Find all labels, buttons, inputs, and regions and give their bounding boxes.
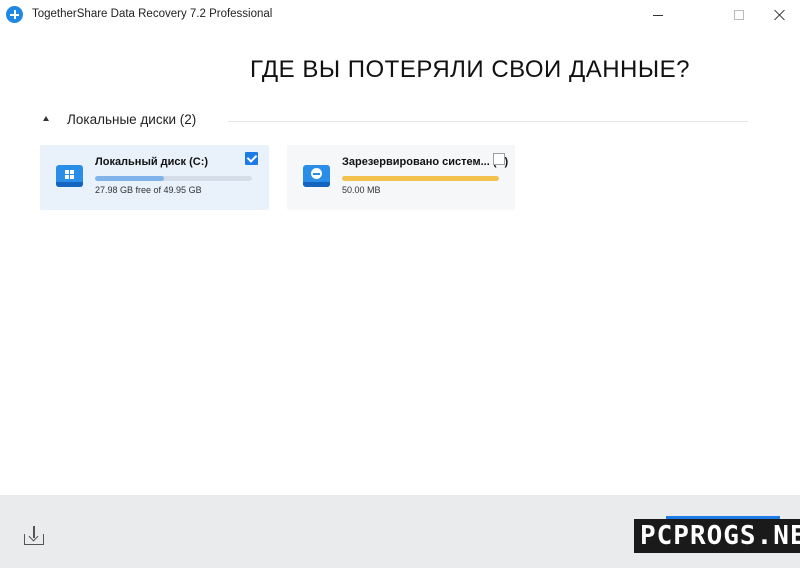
- watermark-text: PCPROGS.NET: [634, 519, 800, 553]
- disk-card-c[interactable]: Локальный диск (C:) 27.98 GB free of 49.…: [40, 145, 269, 210]
- disk-usage-fill: [95, 176, 165, 181]
- section-title-local-disks[interactable]: Локальные диски (2): [67, 112, 196, 127]
- minimize-button[interactable]: [638, 0, 678, 30]
- minimize-icon: [653, 14, 663, 16]
- page-title: ГДЕ ВЫ ПОТЕРЯЛИ СВОИ ДАННЫЕ?: [250, 56, 690, 83]
- disk-usage-bar: [342, 176, 499, 181]
- app-logo-plus-icon: [6, 6, 23, 23]
- disk-name: Зарезервировано систем... (*:): [342, 156, 509, 168]
- close-icon: [773, 9, 785, 21]
- system-drive-icon: [303, 163, 330, 187]
- close-button[interactable]: [759, 0, 799, 30]
- download-icon[interactable]: [24, 526, 44, 546]
- disk-card-reserved[interactable]: Зарезервировано систем... (*:) 50.00 MB: [287, 145, 515, 210]
- collapse-arrow-icon[interactable]: [43, 116, 49, 121]
- windows-drive-icon: [56, 163, 83, 187]
- disk-free-space: 27.98 GB free of 49.95 GB: [95, 185, 202, 195]
- disk-c-checkbox[interactable]: [245, 152, 258, 165]
- title-bar: TogetherShare Data Recovery 7.2 Professi…: [0, 0, 800, 30]
- disk-usage-bar: [95, 176, 252, 181]
- disk-size: 50.00 MB: [342, 185, 381, 195]
- window-title: TogetherShare Data Recovery 7.2 Professi…: [32, 8, 273, 20]
- disk-reserved-checkbox[interactable]: [493, 153, 505, 165]
- disk-usage-fill: [342, 176, 499, 181]
- maximize-icon: [734, 10, 744, 20]
- maximize-button[interactable]: [719, 0, 759, 30]
- disk-name: Локальный диск (C:): [95, 156, 209, 168]
- section-divider: [228, 121, 748, 122]
